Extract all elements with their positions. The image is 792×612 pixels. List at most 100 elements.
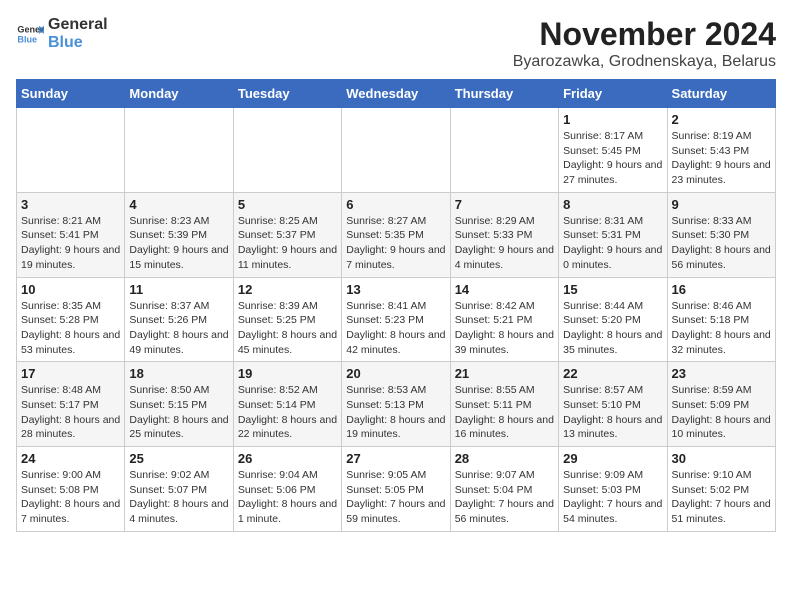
day-info: Sunrise: 8:17 AM Sunset: 5:45 PM Dayligh… [563,129,662,188]
day-number: 1 [563,112,662,127]
day-info: Sunrise: 8:52 AM Sunset: 5:14 PM Dayligh… [238,383,337,442]
day-info: Sunrise: 8:19 AM Sunset: 5:43 PM Dayligh… [672,129,771,188]
day-number: 18 [129,366,228,381]
day-number: 3 [21,197,120,212]
calendar-cell: 4 Sunrise: 8:23 AM Sunset: 5:39 PM Daylig… [125,192,233,277]
day-number: 19 [238,366,337,381]
day-number: 29 [563,451,662,466]
day-info: Sunrise: 8:35 AM Sunset: 5:28 PM Dayligh… [21,299,120,358]
day-info: Sunrise: 9:04 AM Sunset: 5:06 PM Dayligh… [238,468,337,527]
page-header: General Blue General Blue November 2024 … [16,16,776,71]
header-cell-tuesday: Tuesday [233,80,341,108]
logo-text-general: General [48,16,108,34]
calendar-cell: 6 Sunrise: 8:27 AM Sunset: 5:35 PM Daylig… [342,192,450,277]
day-info: Sunrise: 9:07 AM Sunset: 5:04 PM Dayligh… [455,468,554,527]
day-number: 30 [672,451,771,466]
calendar-cell: 7 Sunrise: 8:29 AM Sunset: 5:33 PM Daylig… [450,192,558,277]
calendar-week-3: 10Sunrise: 8:35 AM Sunset: 5:28 PM Dayli… [17,277,776,362]
day-info: Sunrise: 8:27 AM Sunset: 5:35 PM Dayligh… [346,214,445,273]
day-number: 28 [455,451,554,466]
day-info: Sunrise: 8:23 AM Sunset: 5:39 PM Dayligh… [129,214,228,273]
day-number: 17 [21,366,120,381]
calendar-cell: 27Sunrise: 9:05 AM Sunset: 5:05 PM Dayli… [342,447,450,532]
calendar-cell: 20 Sunrise: 8:53 AM Sunset: 5:13 PM Dayli… [342,362,450,447]
svg-text:Blue: Blue [17,34,37,44]
calendar-cell [450,108,558,193]
calendar-cell: 13Sunrise: 8:41 AM Sunset: 5:23 PM Dayli… [342,277,450,362]
calendar-cell: 16 Sunrise: 8:46 AM Sunset: 5:18 PM Dayli… [667,277,775,362]
day-number: 25 [129,451,228,466]
day-info: Sunrise: 8:29 AM Sunset: 5:33 PM Dayligh… [455,214,554,273]
calendar-cell: 25 Sunrise: 9:02 AM Sunset: 5:07 PM Dayli… [125,447,233,532]
day-info: Sunrise: 8:42 AM Sunset: 5:21 PM Dayligh… [455,299,554,358]
day-info: Sunrise: 8:53 AM Sunset: 5:13 PM Dayligh… [346,383,445,442]
calendar-cell: 28 Sunrise: 9:07 AM Sunset: 5:04 PM Dayli… [450,447,558,532]
header-cell-saturday: Saturday [667,80,775,108]
day-info: Sunrise: 8:46 AM Sunset: 5:18 PM Dayligh… [672,299,771,358]
calendar-cell: 21 Sunrise: 8:55 AM Sunset: 5:11 PM Dayli… [450,362,558,447]
day-info: Sunrise: 8:55 AM Sunset: 5:11 PM Dayligh… [455,383,554,442]
day-info: Sunrise: 8:37 AM Sunset: 5:26 PM Dayligh… [129,299,228,358]
day-number: 21 [455,366,554,381]
calendar-cell: 24 Sunrise: 9:00 AM Sunset: 5:08 PM Dayli… [17,447,125,532]
day-number: 5 [238,197,337,212]
day-number: 2 [672,112,771,127]
calendar-week-2: 3Sunrise: 8:21 AM Sunset: 5:41 PM Daylig… [17,192,776,277]
calendar-cell: 22 Sunrise: 8:57 AM Sunset: 5:10 PM Dayli… [559,362,667,447]
page-title: November 2024 [513,16,776,53]
calendar-cell: 2 Sunrise: 8:19 AM Sunset: 5:43 PM Daylig… [667,108,775,193]
calendar-cell [17,108,125,193]
page-subtitle: Byarozawka, Grodnenskaya, Belarus [513,53,776,71]
header-row: SundayMondayTuesdayWednesdayThursdayFrid… [17,80,776,108]
calendar-cell: 8Sunrise: 8:31 AM Sunset: 5:31 PM Daylig… [559,192,667,277]
calendar-week-5: 24 Sunrise: 9:00 AM Sunset: 5:08 PM Dayli… [17,447,776,532]
day-number: 14 [455,282,554,297]
calendar-cell: 30 Sunrise: 9:10 AM Sunset: 5:02 PM Dayli… [667,447,775,532]
logo-icon: General Blue [16,20,44,48]
calendar-header: SundayMondayTuesdayWednesdayThursdayFrid… [17,80,776,108]
day-info: Sunrise: 8:50 AM Sunset: 5:15 PM Dayligh… [129,383,228,442]
day-number: 23 [672,366,771,381]
day-number: 26 [238,451,337,466]
header-cell-friday: Friday [559,80,667,108]
day-info: Sunrise: 8:44 AM Sunset: 5:20 PM Dayligh… [563,299,662,358]
calendar-cell: 9Sunrise: 8:33 AM Sunset: 5:30 PM Daylig… [667,192,775,277]
calendar-body: 1 Sunrise: 8:17 AM Sunset: 5:45 PM Daylig… [17,108,776,532]
day-info: Sunrise: 9:10 AM Sunset: 5:02 PM Dayligh… [672,468,771,527]
calendar-cell: 29Sunrise: 9:09 AM Sunset: 5:03 PM Dayli… [559,447,667,532]
calendar-cell: 15 Sunrise: 8:44 AM Sunset: 5:20 PM Dayli… [559,277,667,362]
calendar-week-4: 17 Sunrise: 8:48 AM Sunset: 5:17 PM Dayli… [17,362,776,447]
calendar-cell: 17 Sunrise: 8:48 AM Sunset: 5:17 PM Dayli… [17,362,125,447]
day-info: Sunrise: 8:25 AM Sunset: 5:37 PM Dayligh… [238,214,337,273]
calendar-cell: 12Sunrise: 8:39 AM Sunset: 5:25 PM Dayli… [233,277,341,362]
day-number: 27 [346,451,445,466]
day-info: Sunrise: 8:59 AM Sunset: 5:09 PM Dayligh… [672,383,771,442]
day-number: 20 [346,366,445,381]
day-number: 15 [563,282,662,297]
calendar-cell: 5 Sunrise: 8:25 AM Sunset: 5:37 PM Daylig… [233,192,341,277]
day-number: 7 [455,197,554,212]
day-number: 4 [129,197,228,212]
calendar-cell: 19 Sunrise: 8:52 AM Sunset: 5:14 PM Dayli… [233,362,341,447]
day-info: Sunrise: 8:48 AM Sunset: 5:17 PM Dayligh… [21,383,120,442]
header-cell-sunday: Sunday [17,80,125,108]
day-info: Sunrise: 8:39 AM Sunset: 5:25 PM Dayligh… [238,299,337,358]
day-info: Sunrise: 9:00 AM Sunset: 5:08 PM Dayligh… [21,468,120,527]
day-number: 8 [563,197,662,212]
calendar-table: SundayMondayTuesdayWednesdayThursdayFrid… [16,79,776,532]
calendar-cell: 11Sunrise: 8:37 AM Sunset: 5:26 PM Dayli… [125,277,233,362]
title-block: November 2024 Byarozawka, Grodnenskaya, … [513,16,776,71]
calendar-cell: 10Sunrise: 8:35 AM Sunset: 5:28 PM Dayli… [17,277,125,362]
day-number: 24 [21,451,120,466]
calendar-cell: 23 Sunrise: 8:59 AM Sunset: 5:09 PM Dayli… [667,362,775,447]
header-cell-thursday: Thursday [450,80,558,108]
day-info: Sunrise: 9:02 AM Sunset: 5:07 PM Dayligh… [129,468,228,527]
day-info: Sunrise: 8:41 AM Sunset: 5:23 PM Dayligh… [346,299,445,358]
day-number: 16 [672,282,771,297]
day-number: 22 [563,366,662,381]
day-number: 6 [346,197,445,212]
header-cell-monday: Monday [125,80,233,108]
day-info: Sunrise: 8:57 AM Sunset: 5:10 PM Dayligh… [563,383,662,442]
calendar-cell: 18 Sunrise: 8:50 AM Sunset: 5:15 PM Dayli… [125,362,233,447]
header-cell-wednesday: Wednesday [342,80,450,108]
